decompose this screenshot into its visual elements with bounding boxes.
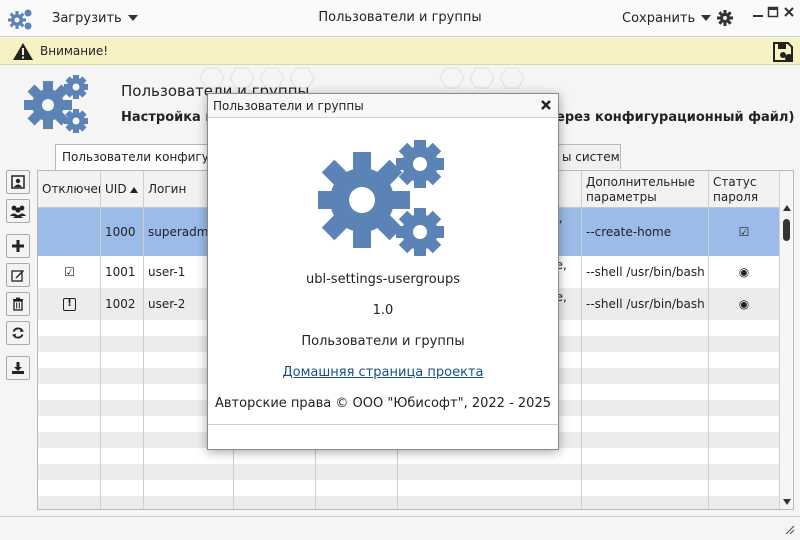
scroll-down-icon[interactable] [783, 499, 791, 505]
refresh-button[interactable] [6, 321, 30, 345]
sort-up-icon [129, 186, 138, 193]
dialog-footer-divider [208, 424, 558, 425]
dialog-homepage-row: Домашняя страница проекта [208, 365, 558, 380]
dialog-title: Пользователи и группы [213, 99, 364, 113]
header-gears-icon [24, 75, 88, 133]
column-divider [100, 171, 101, 509]
col-uid[interactable]: UID [101, 171, 144, 208]
add-button[interactable] [6, 234, 30, 258]
scroll-up-icon[interactable] [783, 205, 791, 211]
about-dialog: Пользователи и группы ubl-settings-userg… [207, 93, 559, 450]
scroll-thumb[interactable] [783, 219, 790, 241]
tab-system-groups[interactable]: ы системы [555, 144, 621, 169]
tab-config-users[interactable]: Пользователи конфигурации [55, 144, 210, 170]
download-icon [12, 362, 24, 374]
homepage-link[interactable]: Домашняя страница проекта [283, 365, 484, 380]
cell-password-status[interactable]: ☑ [709, 208, 779, 256]
title-bar: Загрузить Пользователи и группы Сохранит… [0, 0, 800, 37]
cell-extra-params: --shell /usr/bin/bash [586, 297, 705, 311]
save-disk-icon[interactable] [772, 41, 794, 63]
chevron-down-icon [127, 15, 138, 21]
cell-extra-params: --shell /usr/bin/bash [586, 265, 705, 279]
cell-uid: 1001 [105, 265, 136, 279]
users-group-icon [10, 205, 26, 218]
column-divider [143, 171, 144, 509]
delete-button[interactable] [6, 292, 30, 316]
edit-icon [11, 270, 24, 282]
trash-icon [13, 297, 23, 311]
load-button[interactable]: Загрузить [44, 0, 146, 36]
warning-icon [13, 43, 33, 60]
dialog-copyright: Авторские права © ООО "Юбисофт", 2022 - … [215, 396, 551, 411]
col-uid-label: UID [105, 182, 127, 196]
groups-button[interactable] [6, 199, 30, 223]
save-button[interactable]: Сохранить [614, 0, 719, 36]
cell-password-status[interactable]: ◉ [709, 288, 779, 320]
col-extra-params[interactable]: Дополнительные параметры [582, 171, 709, 208]
refresh-icon [12, 327, 24, 339]
user-card-button[interactable] [6, 170, 30, 194]
cell-disabled[interactable] [38, 208, 101, 256]
edit-button[interactable] [6, 263, 30, 287]
cell-uid: 1002 [105, 297, 136, 311]
minimize-icon[interactable] [752, 6, 764, 18]
cell-disabled[interactable]: ☑ [38, 256, 101, 288]
gear-icon[interactable] [717, 10, 733, 26]
resize-grip-icon[interactable] [783, 523, 795, 535]
chevron-down-icon [701, 15, 712, 21]
cell-uid: 1000 [105, 225, 136, 239]
close-icon[interactable] [540, 99, 552, 111]
warning-text: Внимание! [40, 44, 109, 58]
vertical-scrollbar[interactable] [779, 171, 793, 509]
close-icon[interactable] [783, 6, 795, 18]
status-bar [0, 516, 800, 540]
col-password-status[interactable]: Статус пароля [709, 171, 779, 208]
plus-icon [12, 240, 24, 252]
save-label: Сохранить [622, 10, 696, 26]
column-divider [581, 171, 582, 509]
header-subtitle-tail: ерез конфигурационный файл) [556, 110, 795, 125]
table-row [38, 464, 779, 480]
col-disabled[interactable]: Отключен [38, 171, 101, 208]
warning-flag-icon: ! [63, 297, 76, 311]
app-logo-gears-icon [318, 140, 444, 256]
dialog-version: 1.0 [372, 303, 394, 318]
cell-password-status[interactable]: ◉ [709, 256, 779, 288]
app-gears-icon [8, 9, 32, 30]
column-divider [708, 171, 709, 509]
cell-extra-params: --create-home [586, 225, 672, 239]
warning-bar: Внимание! [0, 38, 800, 65]
cell-disabled[interactable]: ! [38, 288, 101, 320]
dialog-app-name: ubl-settings-usergroups [306, 272, 460, 287]
dialog-header: Пользователи и группы [208, 94, 558, 118]
download-button[interactable] [6, 356, 30, 380]
dialog-description: Пользователи и группы [301, 334, 465, 349]
maximize-icon[interactable] [767, 6, 779, 18]
user-card-icon [11, 175, 25, 189]
load-label: Загрузить [52, 10, 122, 26]
table-row [38, 496, 779, 509]
